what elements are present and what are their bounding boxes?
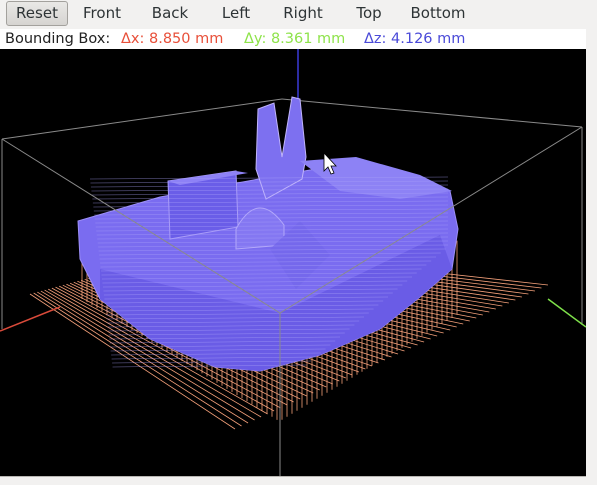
left-view-button[interactable]: Left xyxy=(212,1,260,26)
delta-x-value: Δx: 8.850 mm xyxy=(121,31,224,47)
bottom-view-button[interactable]: Bottom xyxy=(402,1,474,26)
3d-scene[interactable] xyxy=(0,49,586,476)
bounding-box-readout: Bounding Box: Δx: 8.850 mm Δy: 8.361 mm … xyxy=(0,29,586,49)
view-toolbar: Reset Front Back Left Right Top Bottom xyxy=(0,0,586,30)
top-view-button[interactable]: Top xyxy=(348,1,390,26)
delta-y-value: Δy: 8.361 mm xyxy=(244,31,346,47)
reset-view-button[interactable]: Reset xyxy=(6,1,68,26)
bounding-box-label: Bounding Box: xyxy=(5,31,111,47)
right-view-button[interactable]: Right xyxy=(276,1,330,26)
3d-viewport[interactable] xyxy=(0,49,586,476)
window-bottom-edge xyxy=(0,476,586,485)
delta-z-value: Δz: 4.126 mm xyxy=(364,31,466,47)
front-view-button[interactable]: Front xyxy=(74,1,130,26)
window-edge xyxy=(586,0,597,485)
back-view-button[interactable]: Back xyxy=(142,1,198,26)
